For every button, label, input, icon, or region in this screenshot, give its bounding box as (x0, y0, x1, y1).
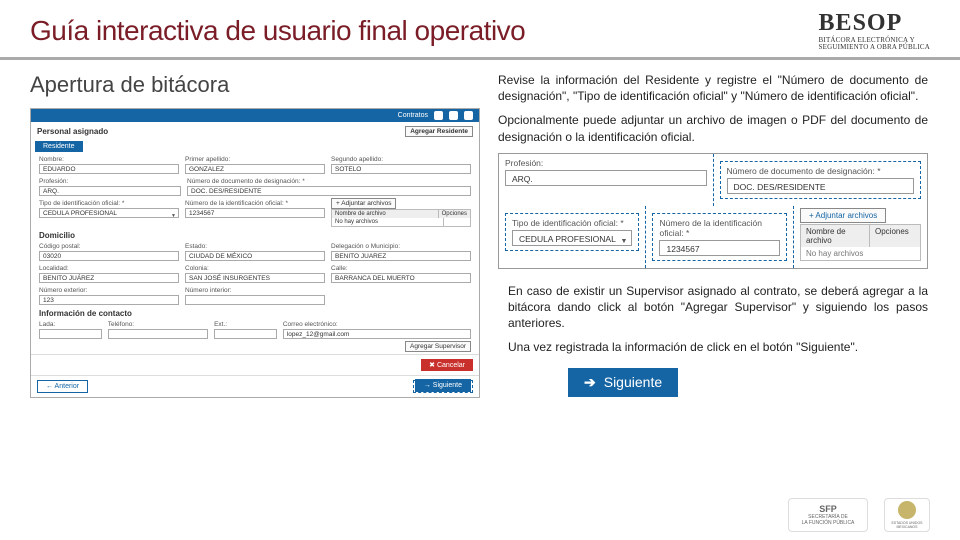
footer-logos: SFP SECRETARÍA DE LA FUNCIÓN PÚBLICA EST… (788, 498, 930, 532)
zoom-profesion-input[interactable]: ARQ. (505, 170, 707, 186)
instruction-p2: Opcionalmente puede adjuntar un archivo … (498, 112, 928, 144)
besop-logo: BESOP BITÁCORA ELECTRÓNICA Y SEGUIMIENTO… (819, 10, 930, 51)
zoom-archivos-table: Nombre de archivoOpciones No hay archivo… (800, 224, 921, 261)
toolbar-label: Contratos (398, 112, 428, 119)
sfp-logo: SFP SECRETARÍA DE LA FUNCIÓN PÚBLICA (788, 498, 868, 532)
num-int-input[interactable] (185, 295, 325, 305)
app-screenshot: Contratos Personal asignado Agregar Resi… (30, 108, 480, 398)
localidad-input[interactable]: BENITO JUÁREZ (39, 273, 179, 283)
lada-input[interactable] (39, 329, 102, 339)
numero-id-input[interactable]: 1234567 (185, 208, 325, 218)
arrow-right-icon: ➔ (584, 374, 596, 391)
instruction-p4: Una vez registrada la información de cli… (508, 339, 928, 355)
grid-icon[interactable] (464, 111, 473, 120)
contacto-header: Información de contacto (39, 309, 471, 318)
adjuntar-archivos-button[interactable]: + Adjuntar archivos (331, 198, 396, 209)
agregar-supervisor-button[interactable]: Agregar Supervisor (405, 341, 471, 352)
num-ext-input[interactable]: 123 (39, 295, 179, 305)
page-title: Guía interactiva de usuario final operat… (30, 15, 525, 47)
zoom-docdes-input[interactable]: DOC. DES/RESIDENTE (727, 178, 915, 194)
eum-logo: ESTADOS UNIDOS MEXICANOS (884, 498, 930, 532)
zoom-panel: Profesión: ARQ. Número de documento de d… (498, 153, 928, 269)
doc-designacion-input[interactable]: DOC. DES/RESIDENTE (187, 186, 471, 196)
siguiente-button[interactable]: ➔ Siguiente (568, 368, 678, 397)
zoom-tipoid-select[interactable]: CEDULA PROFESIONAL (512, 230, 632, 246)
colonia-input[interactable]: SAN JOSÉ INSURGENTES (185, 273, 325, 283)
instruction-p3: En caso de existir un Supervisor asignad… (508, 283, 928, 332)
cp-input[interactable]: 03020 (39, 251, 179, 261)
ext-input[interactable] (214, 329, 277, 339)
calle-input[interactable]: BARRANCA DEL MUERTO (331, 273, 471, 283)
domicilio-header: Domicilio (39, 231, 471, 240)
siguiente-button-small[interactable]: → Siguiente (415, 379, 471, 392)
page-header: Guía interactiva de usuario final operat… (0, 0, 960, 60)
refresh-icon[interactable] (434, 111, 443, 120)
tab-residente[interactable]: Residente (35, 141, 83, 152)
section-subtitle: Apertura de bitácora (30, 72, 480, 98)
agregar-residente-button[interactable]: Agregar Residente (405, 126, 473, 137)
zoom-numid-input[interactable]: 1234567 (659, 240, 779, 256)
nombre-input[interactable]: EDUARDO (39, 164, 179, 174)
instruction-p1: Revise la información del Residente y re… (498, 72, 928, 104)
tipo-id-select[interactable]: CEDULA PROFESIONAL (39, 208, 179, 218)
panel-title: Personal asignado (37, 127, 108, 136)
primer-apellido-input[interactable]: GONZALEZ (185, 164, 325, 174)
tel-input[interactable] (108, 329, 208, 339)
email-input[interactable]: lopez_12@gmail.com (283, 329, 471, 339)
archivos-table: Nombre de archivoOpciones No hay archivo… (331, 209, 471, 227)
zoom-adjuntar-button[interactable]: + Adjuntar archivos (800, 208, 886, 223)
cancelar-button[interactable]: ✖ Cancelar (421, 359, 473, 371)
municipio-input[interactable]: BENITO JUAREZ (331, 251, 471, 261)
estado-input[interactable]: CIUDAD DE MÉXICO (185, 251, 325, 261)
counter-icon (449, 111, 458, 120)
segundo-apellido-input[interactable]: SOTELO (331, 164, 471, 174)
profesion-input[interactable]: ARQ. (39, 186, 181, 196)
anterior-button[interactable]: ← Anterior (37, 380, 88, 393)
